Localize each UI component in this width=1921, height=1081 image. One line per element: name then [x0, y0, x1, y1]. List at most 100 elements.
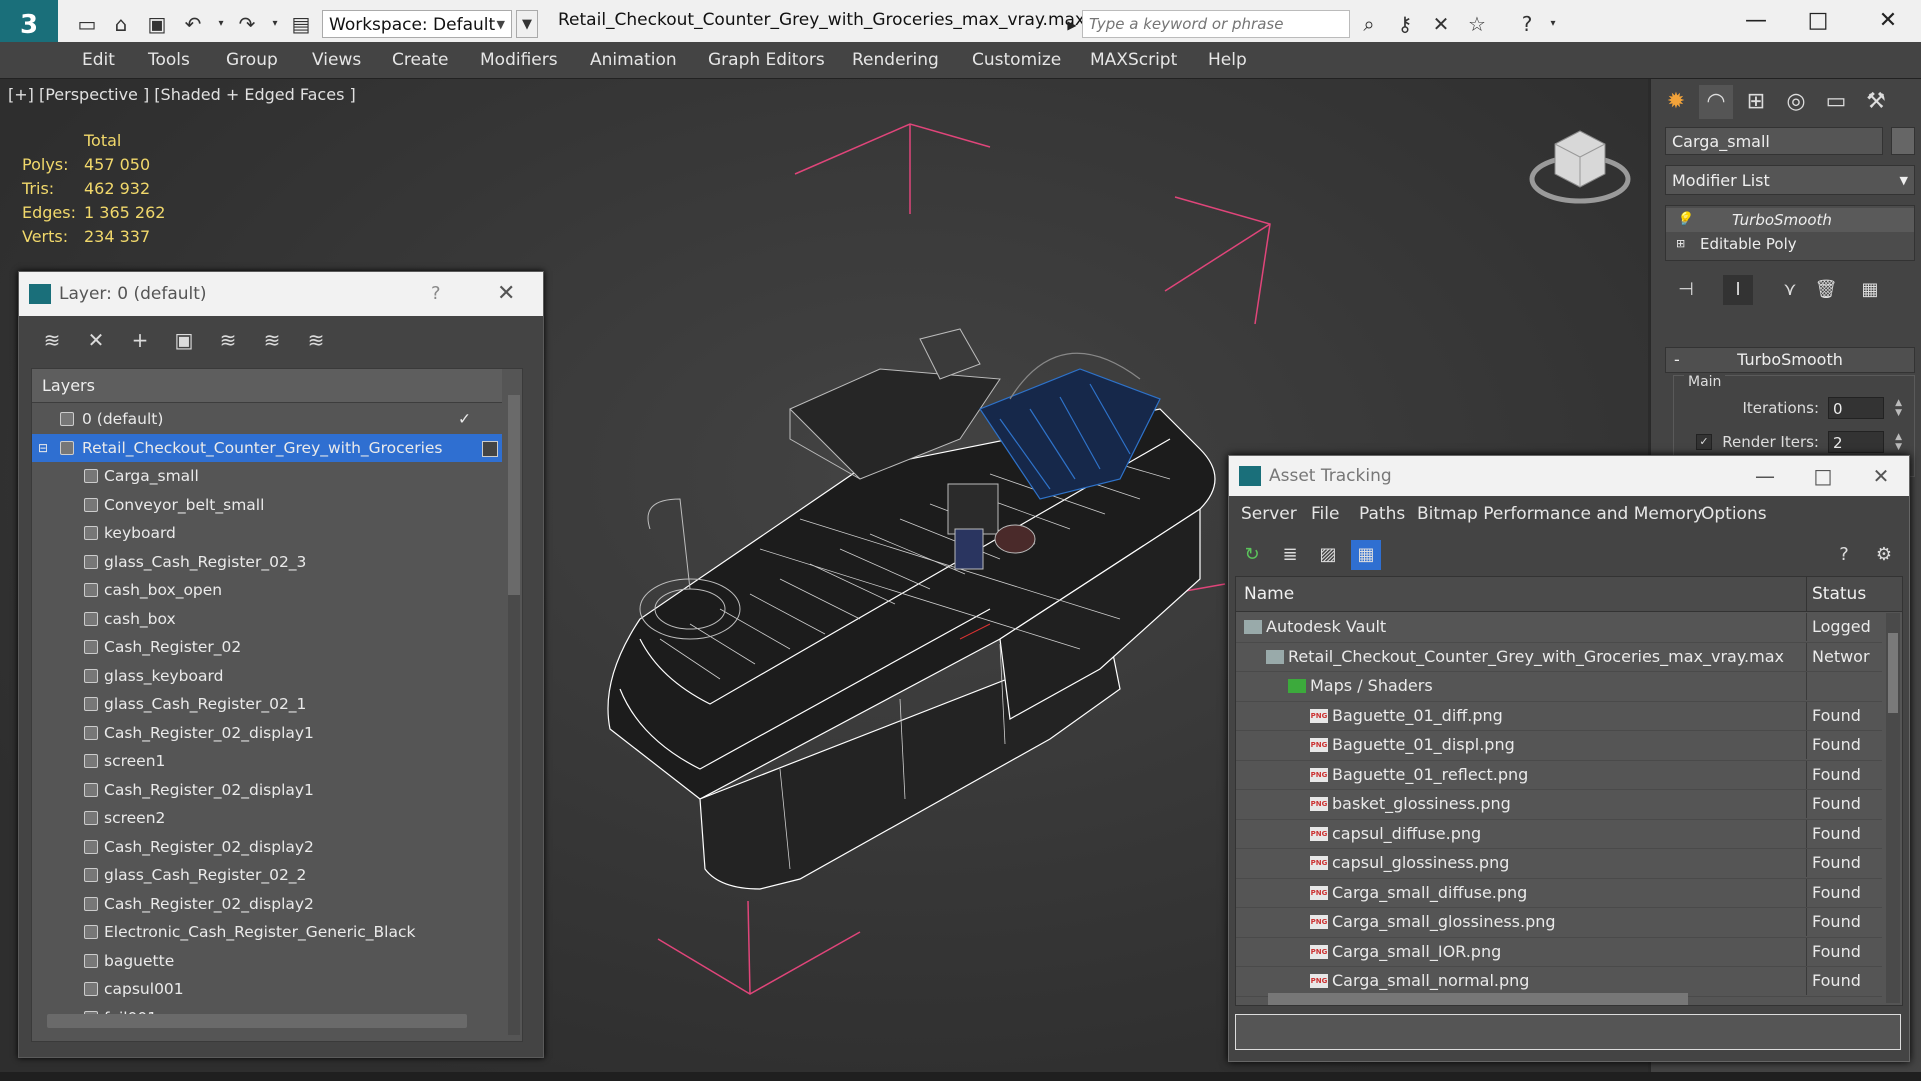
maximize-window-icon[interactable]: □ — [1798, 6, 1838, 36]
delete-layer-icon[interactable]: ✕ — [81, 326, 111, 354]
freeze-all-layers-icon[interactable]: ≋ — [301, 326, 331, 354]
project-folder-icon[interactable]: ▤ — [288, 10, 314, 38]
select-objects-icon[interactable]: ▣ — [169, 326, 199, 354]
asset-row[interactable]: PNG Carga_small_IOR.png Found — [1236, 937, 1882, 967]
stack-item-turbosmooth[interactable]: 💡 TurboSmooth — [1666, 208, 1914, 232]
layer-object-row[interactable]: Cash_Register_02_display1 — [32, 776, 502, 805]
menu-modifiers[interactable]: Modifiers — [480, 42, 558, 78]
asset-vertical-scrollbar[interactable] — [1886, 613, 1900, 1003]
layer-object-row[interactable]: glass_Cash_Register_02_3 — [32, 548, 502, 577]
new-layer-icon[interactable]: ≋ — [37, 326, 67, 354]
help-dropdown-icon[interactable]: ▾ — [1540, 10, 1566, 38]
thumbnail-view-icon[interactable]: ▨ — [1313, 540, 1343, 570]
layer-vertical-scrollbar[interactable] — [508, 395, 520, 1035]
asset-row[interactable]: PNG Baguette_01_diff.png Found — [1236, 701, 1882, 731]
close-icon[interactable]: ✕ — [1861, 456, 1901, 496]
layer-object-row[interactable]: Electronic_Cash_Register_Generic_Black — [32, 918, 502, 947]
layer-object-row[interactable]: cash_box_open — [32, 576, 502, 605]
modifier-list-dropdown[interactable]: Modifier List ▼ — [1665, 165, 1915, 195]
asset-dialog-titlebar[interactable]: Asset Tracking — □ ✕ — [1229, 456, 1909, 496]
modify-tab-icon[interactable]: ◠ — [1699, 85, 1733, 119]
maximize-icon[interactable]: □ — [1803, 456, 1843, 496]
spinner-arrows-icon[interactable]: ▲ ▼ — [1895, 432, 1902, 452]
collapse-icon[interactable]: ⊟ — [38, 434, 48, 462]
menu-customize[interactable]: Customize — [972, 42, 1061, 78]
pin-stack-icon[interactable]: ⊣ — [1671, 275, 1701, 305]
undo-dropdown-icon[interactable]: ▾ — [208, 10, 234, 38]
workspace-menu-button[interactable]: ▼ — [516, 10, 538, 38]
layer-object-row[interactable]: Cash_Register_02_display1 — [32, 719, 502, 748]
workspace-dropdown[interactable]: Workspace: Default ▼ — [322, 10, 512, 38]
help-icon[interactable]: ? — [431, 272, 441, 316]
configure-sets-icon[interactable]: ▦ — [1855, 275, 1885, 305]
remove-modifier-icon[interactable]: 🗑 — [1811, 275, 1841, 305]
layer-object-row[interactable]: Carga_small — [32, 462, 502, 491]
expand-icon[interactable]: ⊞ — [1676, 232, 1685, 256]
layer-object-row[interactable]: cash_box — [32, 605, 502, 634]
menu-maxscript[interactable]: MAXScript — [1090, 42, 1177, 78]
undo-icon[interactable]: ↶ — [180, 10, 206, 38]
asset-row[interactable]: PNG capsul_diffuse.png Found — [1236, 819, 1882, 849]
asset-horizontal-scrollbar[interactable] — [1268, 993, 1688, 1005]
column-status-header[interactable]: Status — [1812, 577, 1866, 611]
settings-help-icon[interactable]: ⚙ — [1869, 540, 1899, 570]
lightbulb-icon[interactable]: 💡 — [1676, 208, 1692, 232]
layers-column-header[interactable]: Layers — [32, 369, 502, 403]
minimize-icon[interactable]: — — [1745, 456, 1785, 496]
comm-center-icon[interactable]: ✕ — [1428, 10, 1454, 38]
turbosmooth-rollout-header[interactable]: - TurboSmooth — [1665, 347, 1915, 373]
layer-object-row[interactable]: glass_Cash_Register_02_1 — [32, 690, 502, 719]
menu-graph-editors[interactable]: Graph Editors — [708, 42, 825, 78]
object-color-swatch[interactable] — [1891, 127, 1915, 155]
show-end-result-icon[interactable]: Ⅰ — [1723, 275, 1753, 305]
asset-menu-paths[interactable]: Paths — [1359, 496, 1405, 532]
add-to-layer-icon[interactable]: + — [125, 326, 155, 354]
iterations-spinner[interactable]: 0 — [1828, 397, 1884, 419]
create-tab-icon[interactable]: ✹ — [1659, 85, 1693, 119]
asset-row[interactable]: PNG Carga_small_glossiness.png Found — [1236, 908, 1882, 938]
close-icon[interactable]: ✕ — [497, 272, 515, 316]
layer-object-row[interactable]: Conveyor_belt_small — [32, 491, 502, 520]
redo-icon[interactable]: ↷ — [234, 10, 260, 38]
search-input[interactable] — [1082, 10, 1350, 38]
current-layer-check-icon[interactable]: ✓ — [458, 405, 471, 433]
hide-all-layers-icon[interactable]: ≋ — [257, 326, 287, 354]
asset-row[interactable]: PNG Baguette_01_reflect.png Found — [1236, 760, 1882, 790]
asset-menu-server[interactable]: Server — [1241, 496, 1297, 532]
list-view-icon[interactable]: ≣ — [1275, 540, 1305, 570]
asset-row[interactable]: PNG Carga_small_diffuse.png Found — [1236, 878, 1882, 908]
menu-help[interactable]: Help — [1208, 42, 1247, 78]
table-view-icon[interactable]: ▦ — [1351, 540, 1381, 570]
menu-views[interactable]: Views — [312, 42, 361, 78]
minimize-window-icon[interactable]: — — [1736, 6, 1776, 36]
stack-item-editable-poly[interactable]: ⊞ Editable Poly — [1666, 232, 1914, 256]
open-file-icon[interactable]: ⌂ — [108, 10, 134, 38]
column-name-header[interactable]: Name — [1244, 577, 1294, 611]
set-current-layer-icon[interactable] — [482, 440, 498, 457]
layer-object-row[interactable]: glass_keyboard — [32, 662, 502, 691]
layer-horizontal-scrollbar[interactable] — [47, 1014, 467, 1028]
render-iters-spinner[interactable]: 2 — [1828, 431, 1884, 453]
viewcube[interactable] — [1529, 130, 1631, 204]
save-file-icon[interactable]: ▣ — [144, 10, 170, 38]
scrollbar-thumb[interactable] — [508, 395, 520, 595]
layer-object-row[interactable]: Cash_Register_02_display2 — [32, 890, 502, 919]
help-icon[interactable]: ? — [1829, 540, 1859, 570]
layer-object-row[interactable]: capsul001 — [32, 975, 502, 1004]
scrollbar-thumb[interactable] — [1888, 633, 1898, 713]
layer-object-row[interactable]: baguette — [32, 947, 502, 976]
viewport-label[interactable]: [+] [Perspective ] [Shaded + Edged Faces… — [8, 85, 356, 104]
asset-row[interactable]: PNG basket_glossiness.png Found — [1236, 790, 1882, 820]
display-tab-icon[interactable]: ▭ — [1819, 85, 1853, 119]
binoculars-icon[interactable]: ⌕ — [1356, 10, 1382, 38]
menu-rendering[interactable]: Rendering — [852, 42, 939, 78]
menu-create[interactable]: Create — [392, 42, 449, 78]
favorites-star-icon[interactable]: ☆ — [1464, 10, 1490, 38]
object-name-field[interactable]: Carga_small — [1665, 127, 1883, 155]
asset-menu-bitmap-performance[interactable]: Bitmap Performance and Memory — [1417, 496, 1703, 532]
search-expand-icon[interactable]: ▶ — [1064, 12, 1080, 38]
motion-tab-icon[interactable]: ◎ — [1779, 85, 1813, 119]
render-iters-checkbox[interactable]: ✓ — [1696, 434, 1712, 450]
asset-menu-options[interactable]: Options — [1701, 496, 1767, 532]
hierarchy-tab-icon[interactable]: ⊞ — [1739, 85, 1773, 119]
